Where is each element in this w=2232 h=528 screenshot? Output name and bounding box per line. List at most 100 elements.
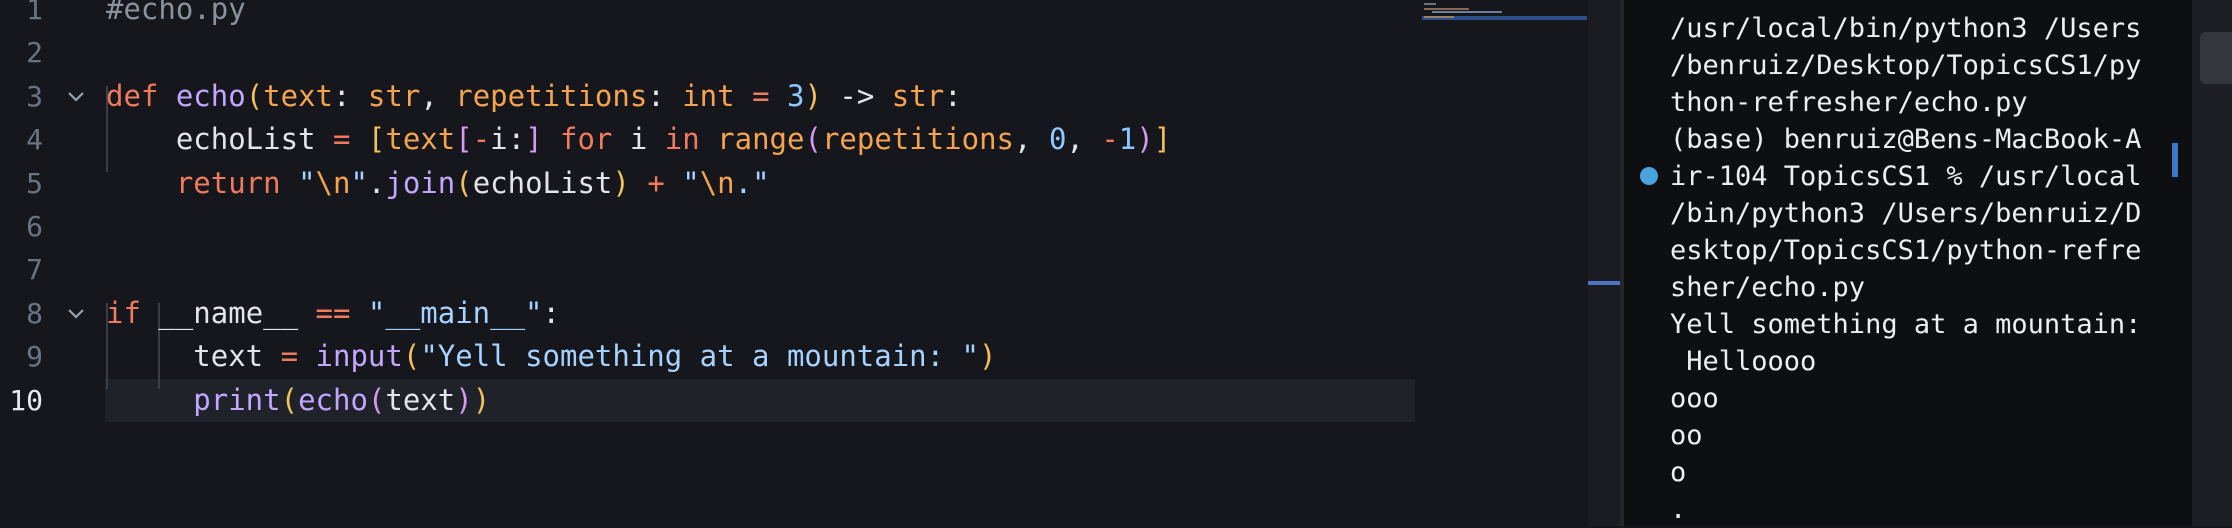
terminal-line: oo <box>1670 420 1703 451</box>
terminal-output: /usr/local/bin/python3 /Users/benruiz/De… <box>1670 10 2186 528</box>
code-token: #echo.py <box>106 0 246 26</box>
code-token: text <box>106 339 264 374</box>
code-token: in <box>664 122 718 157</box>
code-token: ( <box>245 78 264 113</box>
terminal-line: esktop/TopicsCS1/python-refre <box>1670 235 2142 266</box>
code-token: : <box>647 78 683 113</box>
code-token: i <box>629 122 665 157</box>
code-token: range <box>717 122 805 157</box>
code-token: for <box>542 122 630 157</box>
code-token: \n <box>699 165 735 200</box>
terminal-line: /benruiz/Desktop/TopicsCS1/py <box>1670 50 2142 81</box>
terminal-line: thon-refresher/echo.py <box>1670 87 2028 118</box>
code-token: = <box>734 78 787 113</box>
code-token: ) <box>472 382 491 417</box>
code-text: print(echo(text)) <box>106 379 490 422</box>
terminal-panel[interactable]: /usr/local/bin/python3 /Users/benruiz/De… <box>1624 0 2192 526</box>
code-token: , <box>1014 122 1049 157</box>
editor-scrollbar[interactable] <box>1588 0 1620 526</box>
code-token: str <box>367 78 421 113</box>
code-token: : <box>944 78 962 113</box>
code-token: echo <box>175 78 246 113</box>
code-line[interactable]: 10 print(echo(text)) <box>0 378 1588 422</box>
fold-chevron-down-icon[interactable] <box>64 85 88 109</box>
code-token: ) <box>612 165 630 200</box>
code-text: #echo.py <box>106 0 246 31</box>
code-line[interactable]: 1 #echo.py <box>0 0 1588 31</box>
code-token: echoList <box>472 165 613 200</box>
code-token: "Yell something at a mountain: " <box>420 339 980 374</box>
line-number: 1 <box>26 0 43 26</box>
code-token: . <box>367 165 386 200</box>
code-token: input <box>315 339 403 374</box>
code-token: text <box>385 122 456 157</box>
code-text: return "\n".join(echoList) + "\n." <box>106 162 770 205</box>
code-token: repetitions <box>821 122 1015 157</box>
code-line[interactable]: 4 echoList = [text[-i:] for i in range(r… <box>0 118 1588 161</box>
fold-chevron-down-icon[interactable] <box>64 302 88 326</box>
code-token: = <box>315 122 368 157</box>
code-token: echo <box>298 382 368 417</box>
code-line[interactable]: 9 text = input("Yell something at a moun… <box>0 335 1588 378</box>
terminal-cursor <box>2172 143 2178 177</box>
code-token: = <box>263 339 316 374</box>
code-line[interactable]: 8 if __name__ == "__main__": <box>0 292 1588 335</box>
code-token: def <box>106 78 176 113</box>
code-token: ] <box>525 122 543 157</box>
line-number: 2 <box>26 36 43 70</box>
code-token: " <box>682 165 700 200</box>
code-token: text <box>263 78 333 113</box>
code-token: repetitions <box>455 78 648 113</box>
code-text: def echo(text: str, repetitions: int = 3… <box>106 75 962 118</box>
code-token: + <box>629 165 683 200</box>
code-token: ( <box>804 122 822 157</box>
code-line[interactable]: 5 return "\n".join(echoList) + "\n." <box>0 162 1588 205</box>
terminal-scroll-thumb[interactable] <box>2200 32 2232 84</box>
command-status-dot-icon[interactable] <box>1640 167 1658 185</box>
code-token: text <box>385 382 456 417</box>
code-text: echoList = [text[-i:] for i in range(rep… <box>106 118 1171 161</box>
code-token: str <box>891 78 945 113</box>
code-token: 0 <box>1048 122 1067 157</box>
code-line[interactable]: 2 <box>0 31 1588 74</box>
code-token: " <box>298 165 316 200</box>
code-token: -> <box>821 78 892 113</box>
line-number: 5 <box>26 166 43 200</box>
terminal-line: /usr/local/bin/python3 /Users <box>1670 13 2142 44</box>
code-token: " <box>350 165 368 200</box>
code-token: ( <box>280 382 299 417</box>
line-number: 6 <box>26 210 43 243</box>
code-token: - <box>472 122 491 157</box>
code-token: , <box>1066 122 1102 157</box>
code-token: __name__ <box>158 295 299 330</box>
terminal-line: . <box>1670 494 1687 525</box>
code-token: echoList <box>106 122 316 157</box>
line-number: 10 <box>9 383 43 417</box>
code-text: text = input("Yell something at a mounta… <box>106 335 996 378</box>
code-token: : <box>542 295 560 330</box>
line-number: 4 <box>26 123 43 157</box>
line-number: 3 <box>26 79 43 113</box>
terminal-line: o <box>1670 457 1687 488</box>
code-line[interactable]: 3 def echo(text: str, repetitions: int = … <box>0 75 1588 118</box>
code-token: ) <box>979 339 997 374</box>
code-token: join <box>385 165 456 200</box>
code-token: ( <box>455 165 473 200</box>
code-token: , <box>420 78 456 113</box>
code-token: ] <box>1153 122 1172 157</box>
code-token: "__main__" <box>367 295 543 330</box>
minimap[interactable] <box>1422 0 1587 30</box>
code-token: ) <box>1136 122 1154 157</box>
terminal-line: ir-104 TopicsCS1 % /usr/local <box>1670 161 2142 192</box>
scrollbar-position-marker <box>1588 281 1620 285</box>
code-line[interactable]: 6 <box>0 205 1588 248</box>
code-token: int <box>682 78 735 113</box>
code-token: return <box>106 165 299 200</box>
terminal-line: Helloooo <box>1670 346 1817 377</box>
code-token: print <box>106 382 281 417</box>
code-token: if <box>106 295 159 330</box>
code-editor[interactable]: 1 #echo.py 2 3 def echo(text: str, repetitio… <box>0 0 1588 526</box>
code-line[interactable]: 7 <box>0 248 1588 291</box>
line-number: 7 <box>26 253 43 287</box>
terminal-line: (base) benruiz@Bens-MacBook-A <box>1670 124 2142 155</box>
